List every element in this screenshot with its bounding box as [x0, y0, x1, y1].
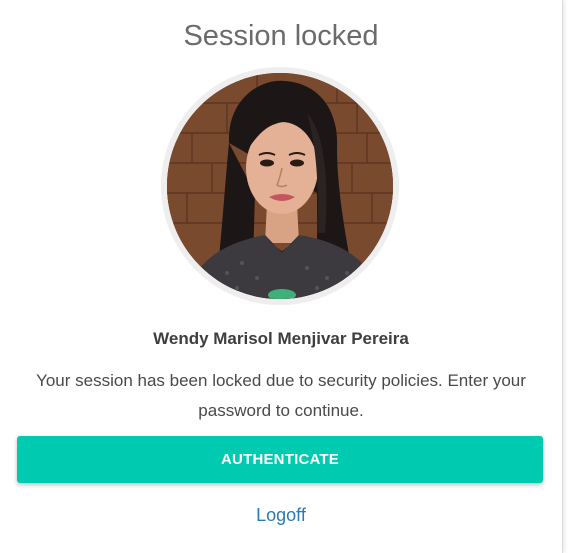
user-photo-icon — [167, 73, 393, 299]
logoff-link[interactable]: Logoff — [0, 505, 562, 526]
session-locked-dialog: Session locked Wendy Marisol Menjivar Pe… — [0, 0, 563, 553]
dialog-title: Session locked — [183, 20, 379, 52]
avatar — [167, 73, 393, 299]
avatar-frame — [161, 67, 399, 305]
authenticate-button[interactable]: AUTHENTICATE — [17, 436, 543, 483]
lock-message: Your session has been locked due to secu… — [36, 371, 526, 420]
user-name: Wendy Marisol Menjivar Pereira — [153, 329, 409, 348]
